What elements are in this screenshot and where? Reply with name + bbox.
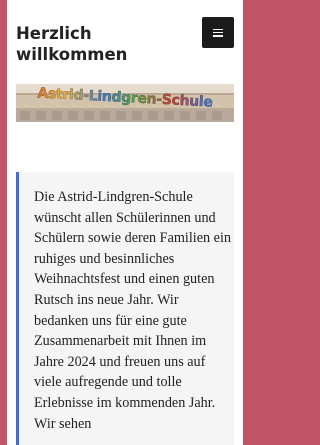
- site-title[interactable]: Herzlich willkommen: [16, 23, 166, 65]
- menu-button[interactable]: [202, 17, 234, 48]
- header-banner-image: Astrid-Lindgren-Schule: [16, 84, 234, 122]
- welcome-message-text: Die Astrid-Lindgren-Schule wünscht allen…: [34, 189, 231, 432]
- page: Herzlich willkommen Astrid-Lindgren-Schu…: [7, 0, 243, 445]
- hamburger-menu-icon: [213, 28, 223, 37]
- welcome-message-box: Die Astrid-Lindgren-Schule wünscht allen…: [16, 172, 234, 445]
